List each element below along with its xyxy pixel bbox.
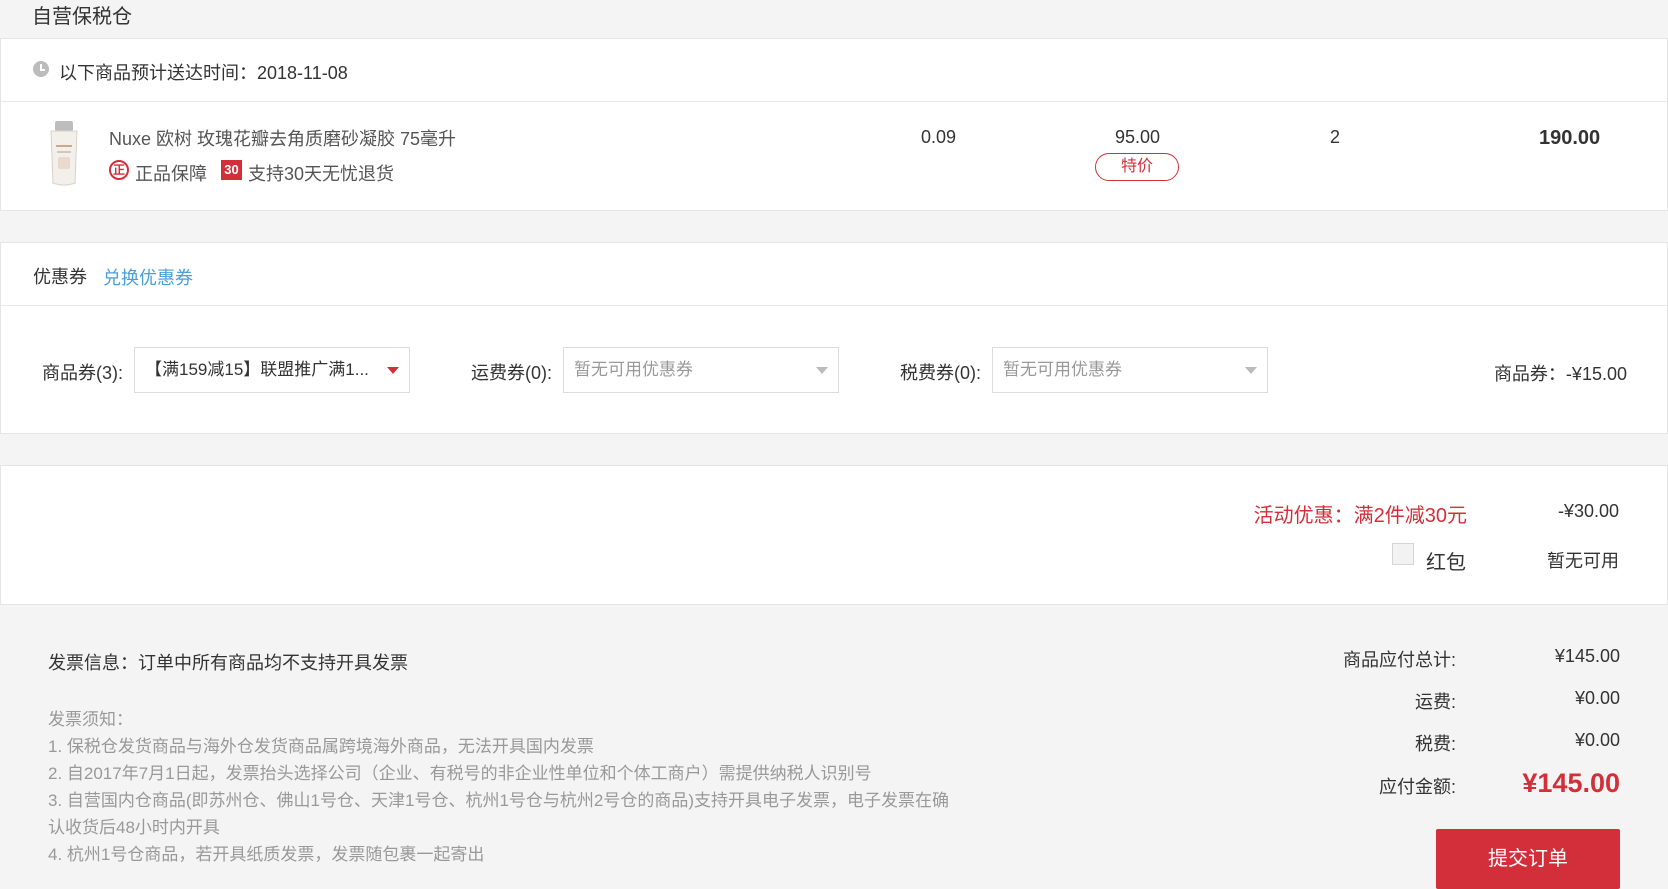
chevron-down-icon [387, 367, 399, 374]
invoice-note-3b: 认收货后48小时内开具 [48, 818, 220, 837]
tax-coupon-label: 税费券(0): [900, 363, 981, 383]
divider [1, 101, 1667, 102]
chevron-down-icon [816, 367, 828, 374]
invoice-note-3: 3. 自营国内仓商品(即苏州仓、佛山1号仓、天津1号仓、杭州1号仓与杭州2号仓的… [48, 791, 950, 810]
invoice-note-1: 1. 保税仓发货商品与海外仓发货商品属跨境海外商品，无法开具国内发票 [48, 737, 594, 756]
redpacket-status: 暂无可用 [1547, 551, 1619, 571]
tax-coupon-placeholder: 暂无可用优惠券 [1003, 360, 1122, 379]
section-title: 自营保税仓 [32, 6, 132, 28]
goods-total-value: ¥145.00 [1554, 646, 1620, 666]
order-footer: 发票信息：订单中所有商品均不支持开具发票 发票须知： 1. 保税仓发货商品与海外… [0, 605, 1668, 889]
goods-coupon-select[interactable]: 【满159减15】联盟推广满1... [134, 347, 410, 393]
shipping-coupon-select[interactable]: 暂无可用优惠券 [563, 347, 839, 393]
payable-label: 应付金额: [1378, 777, 1456, 797]
submit-order-button[interactable]: 提交订单 [1436, 829, 1620, 889]
shipping-coupon-label: 运费券(0): [471, 363, 552, 383]
product-subtotal: 190.00 [1539, 127, 1601, 149]
return-tag: 支持30天无忧退货 [248, 164, 395, 184]
shipping-coupon-placeholder: 暂无可用优惠券 [574, 360, 693, 379]
product-image[interactable] [41, 119, 87, 189]
product-tax: 0.09 [921, 127, 957, 147]
product-quantity: 2 [1330, 127, 1341, 147]
tax-fee-label: 税费: [1414, 734, 1456, 754]
chevron-down-icon [1245, 367, 1257, 374]
divider [1, 305, 1667, 306]
product-name[interactable]: Nuxe 欧树 玫瑰花瓣去角质磨砂凝胶 75毫升 [109, 125, 456, 151]
invoice-notice-title: 发票须知： [48, 710, 133, 729]
special-price-badge: 特价 [1095, 153, 1179, 181]
delivery-time: 以下商品预计送达时间：2018-11-08 [59, 63, 348, 83]
goods-coupon-selected: 【满159减15】联盟推广满1... [145, 360, 369, 379]
payable-value: ¥145.00 [1522, 768, 1620, 798]
tax-coupon-select[interactable]: 暂无可用优惠券 [992, 347, 1268, 393]
product-panel: 以下商品预计送达时间：2018-11-08 Nuxe 欧树 玫瑰花瓣去角质磨砂凝… [0, 38, 1668, 211]
product-price: 95.00 [1115, 127, 1161, 147]
invoice-info: 发票信息：订单中所有商品均不支持开具发票 [48, 653, 408, 673]
shipping-fee-value: ¥0.00 [1574, 688, 1620, 708]
goods-coupon-label: 商品券(3): [42, 363, 123, 383]
coupon-summary: 商品券：-¥15.00 [1493, 364, 1627, 384]
invoice-note-2: 2. 自2017年7月1日起，发票抬头选择公司（企业、有税号的非企业性单位和个体… [48, 764, 872, 783]
redpacket-checkbox[interactable] [1392, 543, 1414, 565]
genuine-tag: 正品保障 [135, 164, 207, 184]
invoice-note-4: 4. 杭州1号仓商品，若开具纸质发票，发票随包裹一起寄出 [48, 845, 485, 864]
coupon-panel: 优惠券 兑换优惠券 商品券(3): 【满159减15】联盟推广满1... 运费券… [0, 242, 1668, 434]
clock-icon [33, 61, 49, 77]
goods-total-label: 商品应付总计: [1342, 650, 1456, 670]
coupon-header-label: 优惠券 [33, 267, 87, 287]
shipping-fee-label: 运费: [1414, 692, 1456, 712]
redpacket-label: 红包 [1426, 552, 1466, 574]
promotion-label: 活动优惠：满2件减30元 [1253, 505, 1467, 527]
tax-fee-value: ¥0.00 [1574, 730, 1620, 750]
promotion-panel: 活动优惠：满2件减30元 -¥30.00 红包 暂无可用 [0, 465, 1668, 605]
return-30-icon: 30 [221, 160, 242, 180]
promotion-value: -¥30.00 [1557, 501, 1619, 521]
genuine-icon: 正 [109, 160, 129, 180]
exchange-coupon-link[interactable]: 兑换优惠券 [103, 264, 193, 290]
